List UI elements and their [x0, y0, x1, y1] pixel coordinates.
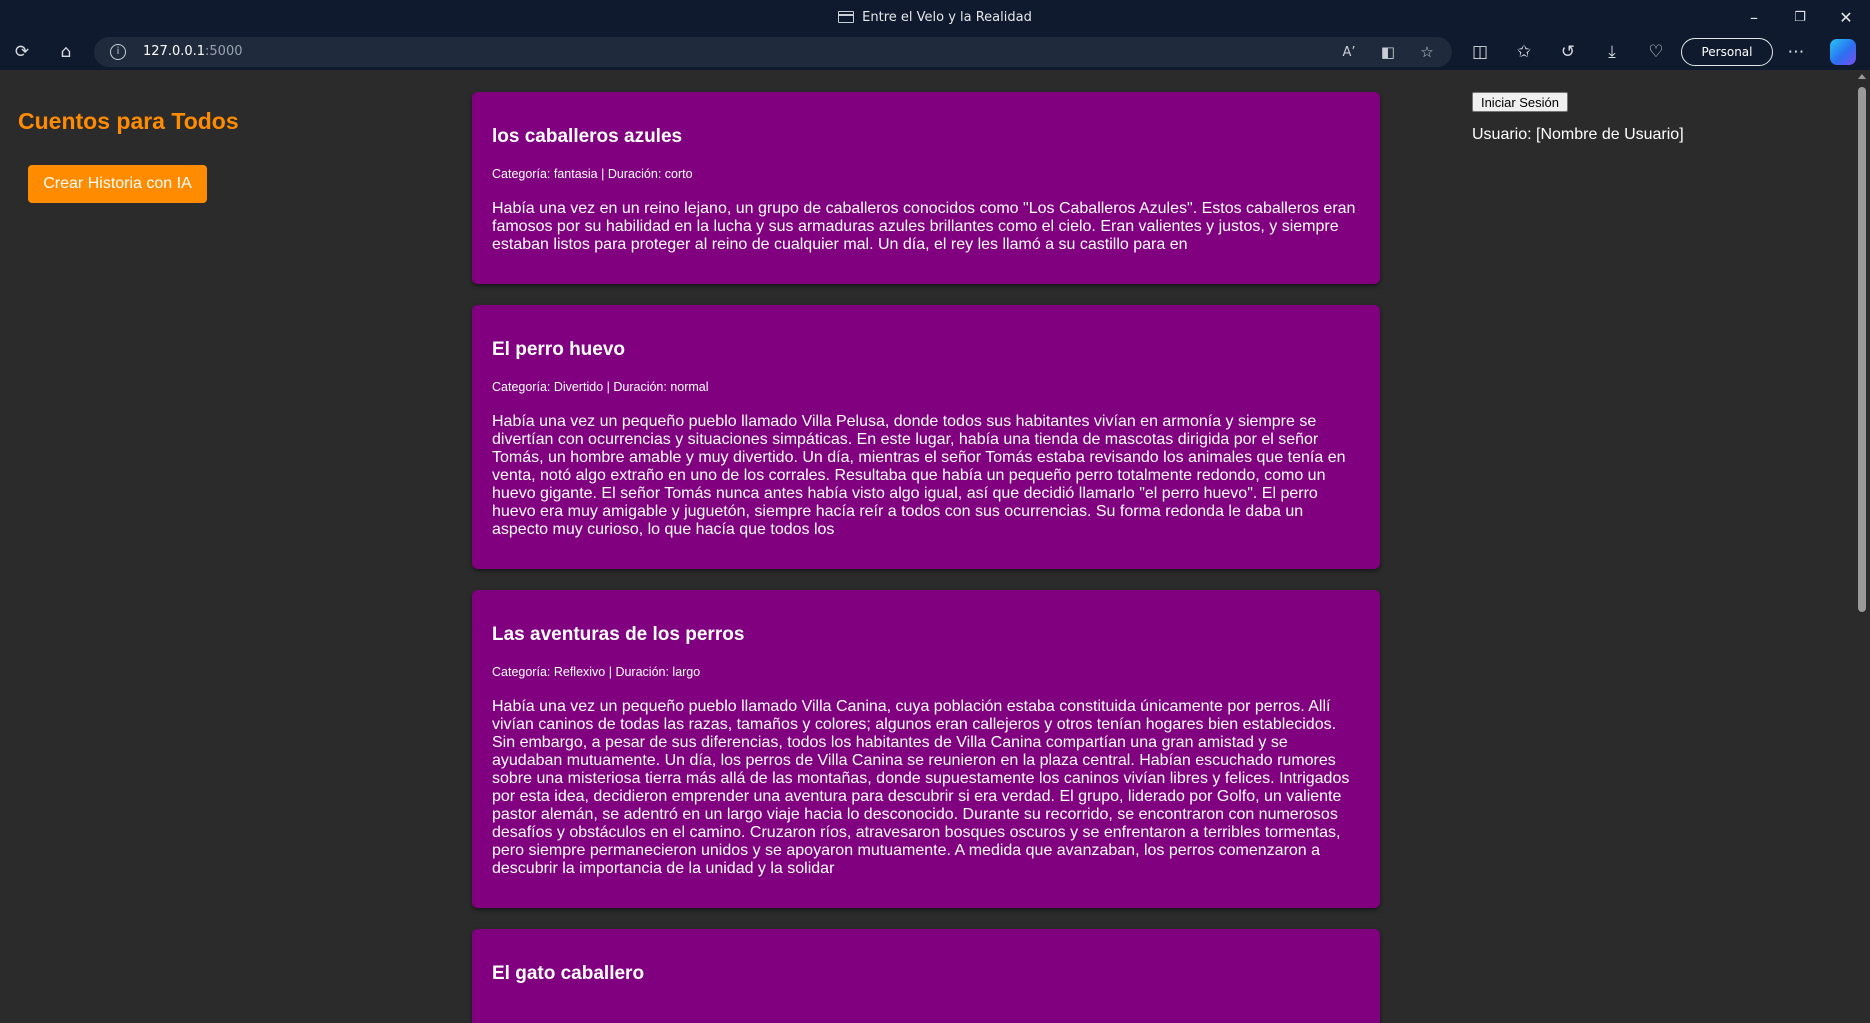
url-port: :5000 [205, 44, 243, 59]
login-button[interactable]: Iniciar Sesión [1472, 92, 1568, 112]
favorite-star-icon[interactable]: ☆ [1414, 39, 1440, 65]
url-host: 127.0.0.1 [143, 44, 206, 59]
story-title: Las aventuras de los perros [492, 624, 745, 645]
create-story-button[interactable]: Crear Historia con IA [28, 165, 207, 203]
story-title: El gato caballero [492, 963, 645, 984]
immersive-reader-icon[interactable]: ◧ [1375, 39, 1401, 65]
site-title: Cuentos para Todos [18, 108, 239, 134]
more-options-icon[interactable]: ⋯ [1782, 38, 1810, 66]
browser-essentials-icon[interactable]: ♡ [1642, 38, 1670, 66]
story-meta: Categoría: Reflexivo | Duración: largo [492, 665, 701, 679]
read-aloud-icon[interactable]: A’ [1336, 39, 1362, 65]
page-scrollbar[interactable] [1854, 70, 1870, 1023]
profile-button[interactable]: Personal [1681, 38, 1773, 66]
story-card[interactable]: El perro huevo Categoría: Divertido | Du… [472, 305, 1380, 569]
favorites-icon[interactable]: ✩ [1510, 38, 1538, 66]
restore-icon[interactable]: ❐ [1778, 0, 1822, 34]
story-meta: Categoría: fantasia | Duración: corto [492, 167, 693, 181]
scrollbar-thumb[interactable] [1858, 87, 1866, 612]
story-body: Había una vez en un reino lejano, un gru… [492, 200, 1356, 253]
browser-title-bar: Entre el Velo y la Realidad – ❐ ✕ [0, 0, 1870, 34]
close-icon[interactable]: ✕ [1824, 0, 1868, 34]
page-content: Cuentos para Todos Crear Historia con IA… [0, 70, 1854, 1023]
story-card[interactable]: Las aventuras de los perros Categoría: R… [472, 590, 1380, 908]
story-list: los caballeros azules Categoría: fantasi… [472, 92, 1380, 1023]
minimize-icon[interactable]: – [1732, 0, 1776, 34]
left-column: Cuentos para Todos Crear Historia con IA [18, 108, 239, 203]
browser-toolbar: ⟳ ⌂ i 127.0.0.1:5000 A’ ◧ ☆ ◫ ✩ ↺ ⤓ ♡ Pe… [0, 34, 1870, 70]
story-meta: Categoría: Divertido | Duración: normal [492, 380, 709, 394]
window-title: Entre el Velo y la Realidad [862, 9, 1032, 25]
story-body: Había una vez un pequeño pueblo llamado … [492, 413, 1346, 538]
address-bar[interactable]: i 127.0.0.1:5000 A’ ◧ ☆ [94, 37, 1452, 67]
story-card[interactable]: los caballeros azules Categoría: fantasi… [472, 92, 1380, 284]
split-screen-icon[interactable]: ◫ [1466, 38, 1494, 66]
tab-page-icon [838, 11, 855, 23]
copilot-icon[interactable] [1830, 39, 1856, 65]
scroll-up-arrow-icon[interactable] [1858, 74, 1866, 79]
story-body: Había una vez un pequeño pueblo llamado … [492, 698, 1350, 877]
story-title: los caballeros azules [492, 126, 683, 147]
home-icon[interactable]: ⌂ [52, 38, 80, 66]
site-info-icon[interactable]: i [110, 44, 126, 60]
story-card[interactable]: El gato caballero [472, 929, 1380, 1023]
url-text[interactable]: 127.0.0.1:5000 [143, 44, 243, 59]
downloads-icon[interactable]: ⤓ [1598, 38, 1626, 66]
story-title: El perro huevo [492, 339, 626, 360]
username-label: Usuario: [Nombre de Usuario] [1472, 126, 1684, 143]
history-icon[interactable]: ↺ [1554, 38, 1582, 66]
refresh-icon[interactable]: ⟳ [8, 38, 36, 66]
